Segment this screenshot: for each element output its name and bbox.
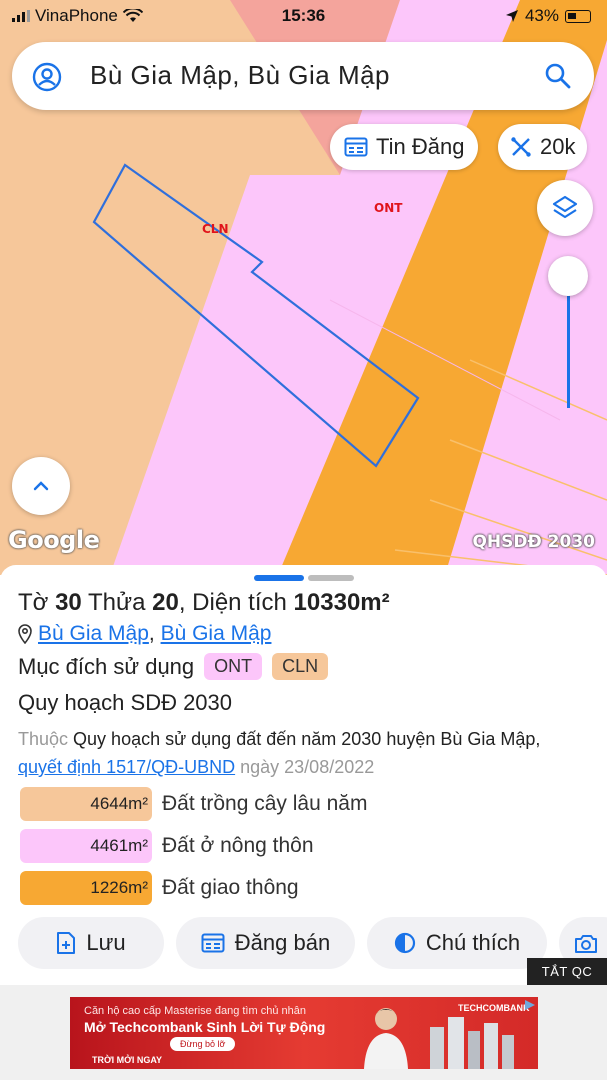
scale-button[interactable]: 20k [498,124,588,170]
location-pin-icon [18,624,32,644]
area-value: 10330m² [293,589,390,616]
ad-line-2: Mở Techcombank Sinh Lời Tự Động [84,1019,326,1035]
layers-icon [552,195,578,219]
tin-dang-button[interactable]: Tin Đăng [330,124,479,170]
ad-brand: TECHCOMBANK [458,1003,530,1013]
action-bar: Lưu Đăng bán Chú thích [18,917,607,969]
status-bar: VinaPhone 15:36 43% [0,0,607,34]
post-sale-button[interactable]: Đăng bán [176,917,355,969]
ad-buildings-image [430,1017,514,1069]
ad-area: Căn hộ cao cấp Masterise đang tìm chủ nh… [0,985,607,1080]
expand-sheet-button[interactable] [12,457,70,515]
save-button[interactable]: Lưu [18,917,164,969]
parcel-address: Bù Gia Mập, Bù Gia Mập [18,622,271,646]
area-row-cln: 4644m² Đất trồng cây lâu năm [20,787,367,821]
plot-number-label: Thửa [88,589,146,616]
location-arrow-icon [505,10,518,22]
area-label: Diện tích [192,589,287,616]
purpose-badge-cln: CLN [272,653,329,680]
ad-cta: Đừng bỏ lỡ [170,1037,236,1051]
search-icon[interactable] [544,62,572,90]
chevron-up-icon [33,481,49,491]
desc-comma: , [535,729,541,749]
opacity-slider-track[interactable] [567,296,570,408]
decision-link[interactable]: quyết định 1517/QĐ-UBND [18,757,235,777]
purpose-badge-ont: ONT [204,653,263,680]
purpose-label: Mục đích sử dụng [18,653,195,679]
plan-description: Thuộc Quy hoạch sử dụng đất đến năm 2030… [18,725,588,781]
district-link[interactable]: Bù Gia Mập [161,622,272,645]
title-comma: , [178,589,186,616]
area-value-ont: 4461m² [20,829,152,863]
layer-name-tag: QHSDĐ 2030 [472,532,595,552]
search-bar[interactable]: Bù Gia Mập, Bù Gia Mập [12,42,594,110]
ad-line-1: Căn hộ cao cấp Masterise đang tìm chủ nh… [84,1005,306,1017]
listing-icon [201,933,225,953]
address-separator: , [148,622,161,645]
map-view[interactable]: CLN ONT VinaPhone 15:36 43% Bù Gia Mập, … [0,0,607,575]
legend-button[interactable]: Chú thích [367,917,547,969]
zone-label-ont: ONT [374,201,403,215]
sheet-number-value: 30 [55,589,82,616]
hide-ad-button[interactable]: TẮT QC [527,958,607,986]
decision-date: ngày 23/08/2022 [240,757,375,777]
sheet-handle-active[interactable] [254,575,304,581]
opacity-slider-handle[interactable] [548,256,588,296]
save-label: Lưu [86,930,126,955]
plan-name: Quy hoạch sử dụng đất đến năm 2030 huyện… [73,729,536,749]
battery-icon [565,9,591,23]
area-value-road: 1226m² [20,871,152,905]
zone-label-cln: CLN [202,222,229,236]
area-label-road: Đất giao thông [162,876,299,899]
status-right: 43% [505,6,591,26]
area-label-cln: Đất trồng cây lâu năm [162,792,368,815]
post-sale-label: Đăng bán [234,930,331,955]
search-query[interactable]: Bù Gia Mập, Bù Gia Mập [90,60,390,91]
contrast-icon [394,932,416,954]
battery-percent: 43% [524,6,559,25]
layers-button[interactable] [537,180,593,236]
land-use-purpose: Mục đích sử dụng ONT CLN [18,653,329,680]
parcel-title: Tờ 30 Thửa 20, Diện tích 10330m² [18,589,390,617]
user-icon[interactable] [32,62,62,92]
area-label-ont: Đất ở nông thôn [162,834,314,857]
parcel-info-sheet: Tờ 30 Thửa 20, Diện tích 10330m² Bù Gia … [0,565,607,985]
tin-dang-label: Tin Đăng [376,134,465,159]
sheet-number-label: Tờ [18,589,49,616]
ruler-icon [511,137,531,157]
add-file-icon [57,932,76,954]
commune-link[interactable]: Bù Gia Mập [38,622,149,645]
legend-label: Chú thích [425,930,521,955]
area-row-ont: 4461m² Đất ở nông thôn [20,829,314,863]
area-row-road: 1226m² Đất giao thông [20,871,299,905]
google-logo: Google [8,526,100,554]
listing-icon [344,137,368,157]
ad-person-image [364,1008,408,1069]
add-photo-icon [575,935,597,953]
scale-label: 20k [540,134,576,159]
plot-number-value: 20 [152,589,179,616]
area-value-cln: 4644m² [20,787,152,821]
plan-title: Quy hoạch SDĐ 2030 [18,690,233,715]
sheet-handle-inactive[interactable] [308,575,354,581]
ad-line-3: TRỜI MỞI NGAY [92,1055,163,1065]
ad-choices-icon[interactable] [524,999,536,1011]
desc-prefix: Thuộc [18,729,69,749]
ad-banner[interactable]: Căn hộ cao cấp Masterise đang tìm chủ nh… [70,997,538,1069]
